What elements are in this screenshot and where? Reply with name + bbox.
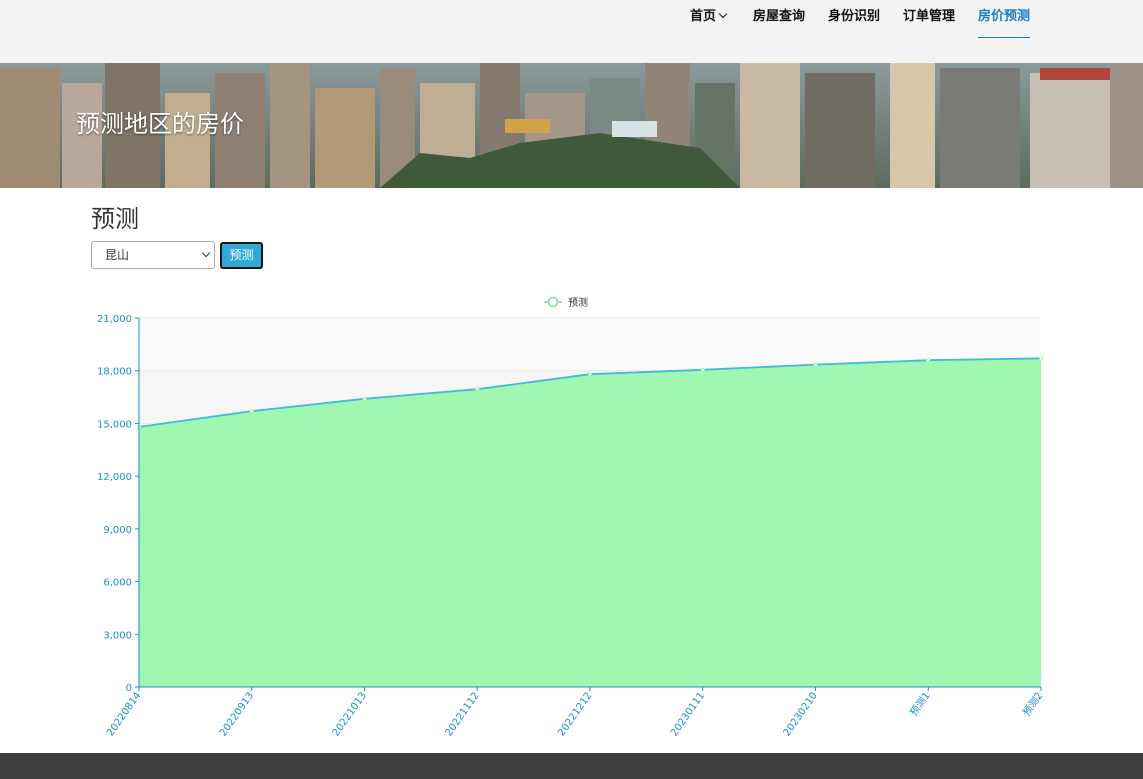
x-tick-label: 20220913 bbox=[218, 690, 256, 738]
x-tick-label: 20230111 bbox=[669, 690, 707, 738]
y-tick-label: 15,000 bbox=[97, 419, 132, 430]
x-tick-label: 预测1 bbox=[907, 689, 933, 718]
x-tick-label: 20230210 bbox=[782, 690, 820, 738]
nav-item-identity[interactable]: 身份识别 bbox=[828, 9, 880, 25]
y-axis: 0 3,000 6,000 9,000 12,000 15,000 18,000 21,000 bbox=[97, 314, 140, 694]
data-point[interactable] bbox=[362, 396, 367, 401]
chevron-down-icon bbox=[718, 9, 728, 19]
nav-item-home-label: 首页 bbox=[690, 9, 717, 24]
region-select[interactable]: 昆山 bbox=[91, 241, 215, 269]
nav-item-home[interactable]: 首页 bbox=[690, 9, 728, 25]
data-point[interactable] bbox=[587, 372, 593, 377]
data-point[interactable] bbox=[475, 387, 480, 392]
region-select-value: 昆山 bbox=[105, 248, 130, 262]
hero-title: 预测地区的房价 bbox=[76, 110, 244, 138]
y-tick-label: 18,000 bbox=[97, 367, 132, 378]
y-tick-label: 3,000 bbox=[103, 630, 132, 641]
data-point[interactable] bbox=[813, 362, 818, 367]
chart-legend[interactable]: 预测 bbox=[544, 296, 588, 309]
legend-label: 预测 bbox=[568, 296, 588, 309]
x-tick-label: 20220814 bbox=[105, 690, 143, 738]
y-tick-label: 9,000 bbox=[103, 525, 132, 536]
x-tick-label: 20221212 bbox=[556, 690, 594, 738]
x-tick-label: 20221112 bbox=[443, 690, 481, 738]
y-tick-label: 21,000 bbox=[97, 314, 132, 325]
section-title: 预测 bbox=[91, 205, 139, 233]
chevron-down-icon bbox=[201, 248, 211, 258]
data-point[interactable] bbox=[926, 358, 931, 363]
x-tick-label: 20221013 bbox=[331, 690, 369, 738]
nav-item-house-search[interactable]: 房屋查询 bbox=[753, 9, 805, 25]
data-point[interactable] bbox=[700, 367, 705, 372]
x-tick-label: 预测2 bbox=[1020, 689, 1046, 718]
nav-item-orders[interactable]: 订单管理 bbox=[903, 9, 955, 25]
footer bbox=[0, 753, 1143, 779]
y-tick-label: 6,000 bbox=[103, 578, 132, 589]
y-tick-label: 0 bbox=[126, 683, 132, 694]
hero-banner: 预测地区的房价 bbox=[0, 63, 1143, 188]
data-point[interactable] bbox=[249, 409, 254, 414]
price-forecast-chart: 0 3,000 6,000 9,000 12,000 15,000 18,000 21,000… bbox=[97, 296, 1046, 738]
data-point[interactable] bbox=[1038, 356, 1044, 361]
predict-button[interactable]: 预测 bbox=[220, 242, 263, 269]
main-nav: 首页 房屋查询 身份识别 订单管理 房价预测 bbox=[0, 0, 1143, 63]
y-tick-label: 12,000 bbox=[97, 472, 132, 483]
top-navbar: 首页 房屋查询 身份识别 订单管理 房价预测 bbox=[0, 0, 1143, 63]
nav-item-price-forecast[interactable]: 房价预测 bbox=[978, 9, 1031, 38]
legend-marker-icon bbox=[547, 296, 559, 308]
x-axis: 20220814 20220913 20221013 20221112 20221212… bbox=[105, 686, 1046, 738]
